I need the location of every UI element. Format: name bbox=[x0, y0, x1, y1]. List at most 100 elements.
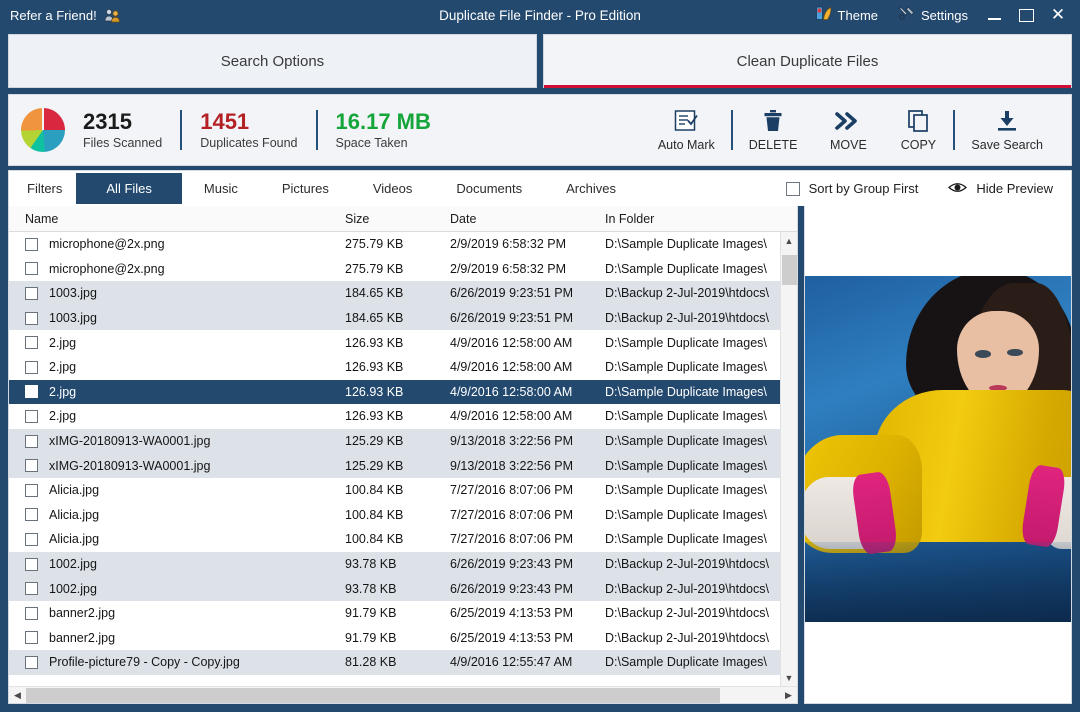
filter-tab-filters[interactable]: Filters bbox=[15, 174, 76, 203]
row-checkbox[interactable] bbox=[25, 508, 38, 521]
scroll-right-arrow-icon[interactable]: ▶ bbox=[780, 687, 797, 704]
cell-date: 4/9/2016 12:55:47 AM bbox=[444, 655, 599, 669]
table-row[interactable]: 1002.jpg93.78 KB6/26/2019 9:23:43 PMD:\B… bbox=[9, 552, 780, 577]
row-checkbox[interactable] bbox=[25, 238, 38, 251]
refer-a-friend-button[interactable]: Refer a Friend! bbox=[10, 8, 121, 23]
column-header-date[interactable]: Date bbox=[444, 212, 599, 226]
auto-mark-button[interactable]: Auto Mark bbox=[642, 109, 731, 152]
filter-tab-bar: Filters All Files Music Pictures Videos … bbox=[8, 170, 1072, 206]
cell-size: 91.79 KB bbox=[339, 606, 444, 620]
row-checkbox[interactable] bbox=[25, 558, 38, 571]
cell-name-label: xIMG-20180913-WA0001.jpg bbox=[49, 459, 210, 473]
scroll-up-arrow-icon[interactable]: ▲ bbox=[781, 232, 798, 249]
table-row[interactable]: microphone@2x.png275.79 KB2/9/2019 6:58:… bbox=[9, 257, 780, 282]
table-row[interactable]: Alicia.jpg100.84 KB7/27/2016 8:07:06 PMD… bbox=[9, 527, 780, 552]
table-row[interactable]: microphone@2x.png275.79 KB2/9/2019 6:58:… bbox=[9, 232, 780, 257]
horizontal-scroll-track[interactable] bbox=[26, 687, 780, 704]
filter-tab-music[interactable]: Music bbox=[182, 174, 260, 203]
table-row[interactable]: 2.jpg126.93 KB4/9/2016 12:58:00 AMD:\Sam… bbox=[9, 404, 780, 429]
move-button[interactable]: MOVE bbox=[813, 109, 883, 152]
vertical-scroll-thumb[interactable] bbox=[782, 255, 797, 285]
table-row[interactable]: Alicia.jpg100.84 KB7/27/2016 8:07:06 PMD… bbox=[9, 503, 780, 528]
row-checkbox[interactable] bbox=[25, 287, 38, 300]
table-row[interactable]: 1003.jpg184.65 KB6/26/2019 9:23:51 PMD:\… bbox=[9, 306, 780, 331]
filter-tab-archives[interactable]: Archives bbox=[544, 174, 638, 203]
row-checkbox[interactable] bbox=[25, 582, 38, 595]
scroll-left-arrow-icon[interactable]: ◀ bbox=[9, 687, 26, 704]
content-area: Name Size Date In Folder microphone@2x.p… bbox=[8, 206, 1072, 704]
save-search-label: Save Search bbox=[971, 138, 1043, 152]
tab-search-options[interactable]: Search Options bbox=[8, 34, 537, 88]
table-row[interactable]: banner2.jpg91.79 KB6/25/2019 4:13:53 PMD… bbox=[9, 601, 780, 626]
scroll-down-arrow-icon[interactable]: ▼ bbox=[781, 669, 798, 686]
copy-button[interactable]: COPY bbox=[883, 109, 953, 152]
tab-clean-duplicate-files[interactable]: Clean Duplicate Files bbox=[543, 34, 1072, 88]
cell-name: Alicia.jpg bbox=[9, 532, 339, 546]
filter-tab-videos[interactable]: Videos bbox=[351, 174, 435, 203]
table-row[interactable]: 1003.jpg184.65 KB6/26/2019 9:23:51 PMD:\… bbox=[9, 281, 780, 306]
table-row[interactable]: banner2.jpg91.79 KB6/25/2019 4:13:53 PMD… bbox=[9, 626, 780, 651]
table-row[interactable]: Alicia.jpg100.84 KB7/27/2016 8:07:06 PMD… bbox=[9, 478, 780, 503]
cell-name-label: xIMG-20180913-WA0001.jpg bbox=[49, 434, 210, 448]
checkbox-box[interactable] bbox=[786, 182, 800, 196]
vertical-scroll-track[interactable] bbox=[781, 249, 798, 669]
sort-by-group-first-checkbox[interactable]: Sort by Group First bbox=[786, 181, 919, 196]
stat-files-scanned-label: Files Scanned bbox=[83, 136, 162, 150]
column-header-in-folder[interactable]: In Folder bbox=[599, 212, 797, 226]
cell-name: microphone@2x.png bbox=[9, 262, 339, 276]
cell-name: 2.jpg bbox=[9, 385, 339, 399]
row-checkbox[interactable] bbox=[25, 631, 38, 644]
cell-folder: D:\Backup 2-Jul-2019\htdocs\ bbox=[599, 606, 780, 620]
row-checkbox[interactable] bbox=[25, 656, 38, 669]
cell-folder: D:\Backup 2-Jul-2019\htdocs\ bbox=[599, 582, 780, 596]
theme-button[interactable]: Theme bbox=[806, 0, 888, 30]
row-checkbox[interactable] bbox=[25, 336, 38, 349]
file-list-body: microphone@2x.png275.79 KB2/9/2019 6:58:… bbox=[9, 232, 797, 703]
table-row[interactable]: 2.jpg126.93 KB4/9/2016 12:58:00 AMD:\Sam… bbox=[9, 330, 780, 355]
row-checkbox[interactable] bbox=[25, 484, 38, 497]
settings-button[interactable]: Settings bbox=[888, 0, 978, 30]
delete-button[interactable]: DELETE bbox=[733, 109, 814, 152]
file-list-vertical-scrollbar[interactable]: ▲ ▼ bbox=[780, 232, 797, 686]
table-row[interactable]: 1002.jpg93.78 KB6/26/2019 9:23:43 PMD:\B… bbox=[9, 576, 780, 601]
row-checkbox[interactable] bbox=[25, 262, 38, 275]
row-checkbox[interactable] bbox=[25, 312, 38, 325]
cell-date: 6/25/2019 4:13:53 PM bbox=[444, 606, 599, 620]
row-checkbox[interactable] bbox=[25, 385, 38, 398]
people-icon bbox=[104, 8, 121, 23]
row-checkbox[interactable] bbox=[25, 607, 38, 620]
table-row[interactable]: 2.jpg126.93 KB4/9/2016 12:58:00 AMD:\Sam… bbox=[9, 355, 780, 380]
column-header-name[interactable]: Name bbox=[9, 212, 339, 226]
save-search-button[interactable]: Save Search bbox=[955, 109, 1059, 152]
sort-by-group-first-label: Sort by Group First bbox=[809, 181, 919, 196]
cell-name-label: microphone@2x.png bbox=[49, 262, 165, 276]
cell-size: 184.65 KB bbox=[339, 286, 444, 300]
close-button[interactable]: ✕ bbox=[1042, 0, 1074, 30]
file-list-horizontal-scrollbar[interactable]: ◀ ▶ bbox=[9, 686, 797, 703]
minimize-button[interactable] bbox=[978, 0, 1010, 30]
table-row[interactable]: Profile-picture79 - Copy - Copy.jpg81.28… bbox=[9, 650, 780, 675]
hide-preview-button[interactable]: Hide Preview bbox=[948, 181, 1053, 197]
maximize-button[interactable] bbox=[1010, 0, 1042, 30]
row-checkbox[interactable] bbox=[25, 533, 38, 546]
column-header-size[interactable]: Size bbox=[339, 212, 444, 226]
row-checkbox[interactable] bbox=[25, 410, 38, 423]
cell-name: 2.jpg bbox=[9, 360, 339, 374]
row-checkbox[interactable] bbox=[25, 459, 38, 472]
cell-name: xIMG-20180913-WA0001.jpg bbox=[9, 434, 339, 448]
cell-date: 2/9/2019 6:58:32 PM bbox=[444, 262, 599, 276]
filter-tab-all-files[interactable]: All Files bbox=[76, 173, 182, 204]
file-list-header: Name Size Date In Folder bbox=[9, 206, 797, 232]
table-row[interactable]: xIMG-20180913-WA0001.jpg125.29 KB9/13/20… bbox=[9, 453, 780, 478]
table-row[interactable]: 2.jpg126.93 KB4/9/2016 12:58:00 AMD:\Sam… bbox=[9, 380, 780, 405]
row-checkbox[interactable] bbox=[25, 435, 38, 448]
horizontal-scroll-thumb[interactable] bbox=[26, 688, 720, 703]
cell-date: 4/9/2016 12:58:00 AM bbox=[444, 385, 599, 399]
filter-tab-documents[interactable]: Documents bbox=[434, 174, 544, 203]
cell-date: 7/27/2016 8:07:06 PM bbox=[444, 483, 599, 497]
table-row[interactable]: xIMG-20180913-WA0001.jpg125.29 KB9/13/20… bbox=[9, 429, 780, 454]
cell-name: banner2.jpg bbox=[9, 631, 339, 645]
cell-name-label: Profile-picture79 - Copy - Copy.jpg bbox=[49, 655, 240, 669]
row-checkbox[interactable] bbox=[25, 361, 38, 374]
filter-tab-pictures[interactable]: Pictures bbox=[260, 174, 351, 203]
